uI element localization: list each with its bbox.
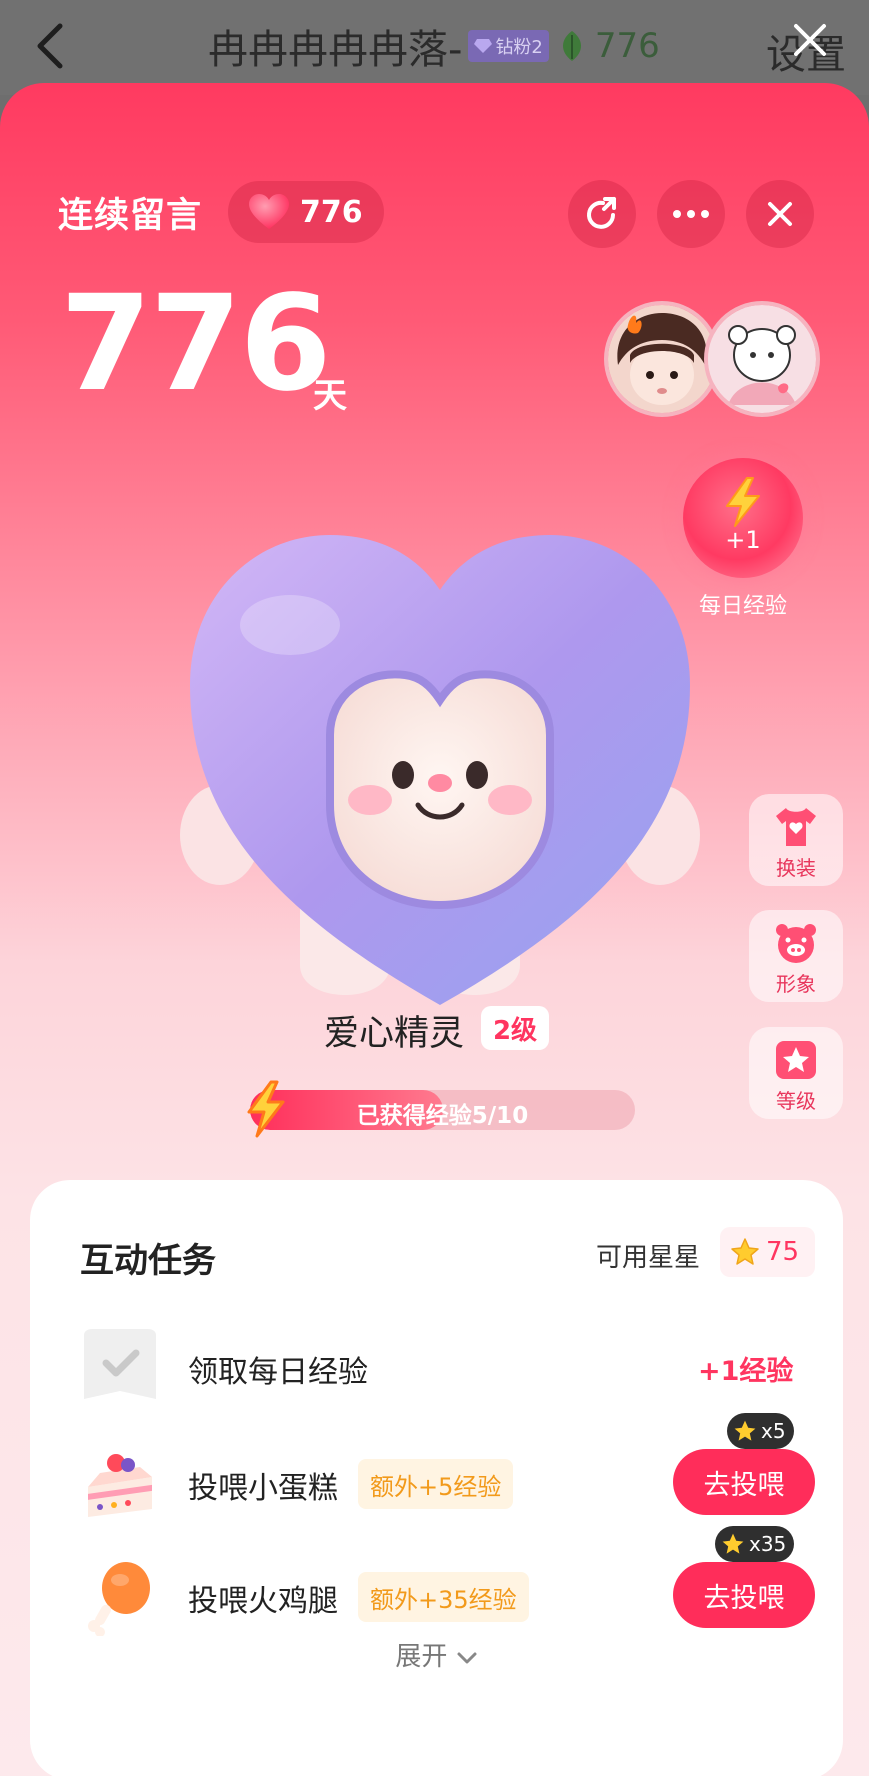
task-name: 领取每日经验 bbox=[188, 1355, 368, 1390]
close-icon[interactable] bbox=[790, 20, 830, 60]
share-button[interactable] bbox=[568, 180, 636, 248]
task-bonus-tag: 额外+35经验 bbox=[358, 1572, 529, 1622]
outfit-label: 换装 bbox=[776, 856, 816, 880]
star-icon bbox=[734, 1420, 756, 1441]
task-name: 投喂火鸡腿 bbox=[188, 1584, 338, 1619]
fan-badge: 钻粉2 bbox=[468, 30, 549, 62]
daily-exp-plus: +1 bbox=[725, 526, 761, 554]
cost-badge: x5 bbox=[727, 1413, 794, 1449]
top-header: 冉冉冉冉冉落- 钻粉2 776 设置 bbox=[0, 0, 869, 95]
heart-spirit-character[interactable] bbox=[180, 505, 700, 1055]
outfit-button[interactable]: 换装 bbox=[749, 794, 843, 886]
diamond-icon bbox=[474, 39, 493, 53]
user-avatar[interactable] bbox=[604, 301, 720, 417]
streak-panel: 连续留言 776 776 天 +1 每日经验 换装 形象 等级 爱心精灵 2级 … bbox=[0, 83, 869, 1776]
more-button[interactable] bbox=[657, 180, 725, 248]
back-arrow-icon[interactable] bbox=[30, 20, 70, 72]
star-badge-icon bbox=[776, 1041, 816, 1079]
exp-progress-bar: 已获得经验5/10 bbox=[250, 1090, 635, 1130]
lightning-icon bbox=[726, 477, 760, 527]
close-icon bbox=[768, 202, 792, 226]
spirit-level-badge: 2级 bbox=[481, 1006, 549, 1050]
star-icon bbox=[731, 1238, 759, 1265]
drumstick-icon bbox=[88, 1562, 150, 1636]
task-row-feed-cake: 投喂小蛋糕 额外+5经验 去投喂 x5 bbox=[30, 1413, 843, 1533]
heart-count-pill: 776 bbox=[228, 181, 384, 243]
stars-balance: 75 bbox=[720, 1227, 815, 1277]
stars-label: 可用星星 bbox=[596, 1243, 701, 1273]
image-button[interactable]: 形象 bbox=[749, 910, 843, 1002]
task-reward[interactable]: +1经验 bbox=[698, 1349, 793, 1388]
stars-count: 75 bbox=[766, 1237, 800, 1267]
streak-label: 连续留言 bbox=[58, 196, 203, 236]
page-title: 冉冉冉冉冉落- 钻粉2 776 bbox=[208, 18, 660, 74]
task-name: 投喂小蛋糕 bbox=[188, 1471, 338, 1506]
daily-exp-orb[interactable]: +1 bbox=[683, 458, 803, 578]
avatar-image bbox=[708, 305, 816, 413]
share-icon bbox=[587, 197, 616, 229]
streak-days-unit: 天 bbox=[313, 376, 347, 416]
chevron-down-icon bbox=[457, 1652, 477, 1664]
leaf-icon bbox=[562, 31, 581, 61]
task-row-daily-exp: 领取每日经验 +1经验 bbox=[30, 1327, 843, 1417]
cost-badge: x35 bbox=[715, 1526, 795, 1562]
level-label: 等级 bbox=[776, 1089, 816, 1113]
check-card-icon bbox=[84, 1329, 156, 1399]
image-label: 形象 bbox=[776, 972, 816, 996]
partner-avatar[interactable] bbox=[704, 301, 820, 417]
close-panel-button[interactable] bbox=[746, 180, 814, 248]
cake-icon bbox=[88, 1454, 152, 1517]
shirt-icon bbox=[776, 808, 816, 846]
heart-count: 776 bbox=[300, 194, 363, 230]
expand-link[interactable]: 展开 bbox=[30, 1636, 843, 1673]
level-button[interactable]: 等级 bbox=[749, 1027, 843, 1119]
star-icon bbox=[722, 1533, 744, 1554]
pig-face-icon bbox=[776, 924, 816, 963]
heart-icon bbox=[249, 194, 289, 229]
streak-days-value: 776 bbox=[60, 267, 332, 421]
task-bonus-tag: 额外+5经验 bbox=[358, 1459, 514, 1509]
more-dots-icon bbox=[673, 210, 709, 218]
spirit-name: 爱心精灵 bbox=[324, 1014, 465, 1054]
lightning-icon bbox=[247, 1080, 285, 1138]
header-title: 冉冉冉冉冉落- bbox=[208, 27, 463, 73]
task-card-title: 互动任务 bbox=[80, 1241, 216, 1281]
task-row-feed-drumstick: 投喂火鸡腿 额外+35经验 去投喂 x35 bbox=[30, 1526, 843, 1646]
header-count: 776 bbox=[594, 26, 660, 66]
feed-drumstick-button[interactable]: 去投喂 bbox=[673, 1562, 815, 1628]
avatar-image bbox=[608, 305, 716, 413]
task-card: 互动任务 可用星星 75 领取每日经验 +1经验 投喂小蛋糕 额外+5经验 去投… bbox=[30, 1180, 843, 1776]
exp-progress-text: 已获得经验5/10 bbox=[356, 1103, 529, 1129]
feed-cake-button[interactable]: 去投喂 bbox=[673, 1449, 815, 1515]
